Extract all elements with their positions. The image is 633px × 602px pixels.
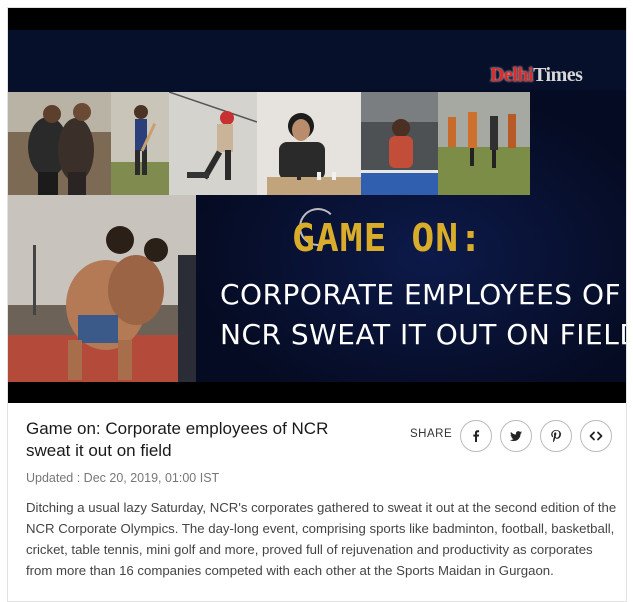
twitter-icon (510, 431, 522, 441)
logo-delhi: Delhi (490, 64, 534, 86)
facebook-icon (473, 430, 480, 442)
photo-wrestlers-top (8, 92, 111, 195)
article-title: Game on: Corporate employees of NCR swea… (26, 419, 329, 460)
photo-table-tennis (361, 92, 438, 195)
video-headline-line1: GAME ON: (292, 216, 484, 260)
facebook-share-button[interactable] (460, 420, 492, 452)
share-label: SHARE (410, 428, 453, 440)
code-icon (589, 431, 603, 441)
pinterest-share-button[interactable] (540, 420, 572, 452)
photo-cricket (111, 92, 169, 195)
video-headline-line2: CORPORATE EMPLOYEES OF (220, 278, 622, 311)
embed-share-button[interactable] (580, 420, 612, 452)
video-headline-line3: NCR SWEAT IT OUT ON FIELD (220, 318, 626, 351)
photo-chess (257, 92, 361, 195)
article-body: Ditching a usual lazy Saturday, NCR's co… (26, 500, 617, 578)
pinterest-icon (551, 430, 561, 443)
logo-times: Times (533, 64, 583, 86)
video-frame[interactable]: DelhiTimes GAME ON: CORPORATE EMPLOYEES … (8, 30, 626, 382)
video-player[interactable]: DelhiTimes GAME ON: CORPORATE EMPLOYEES … (8, 8, 626, 403)
photo-football (438, 92, 530, 195)
twitter-share-button[interactable] (500, 420, 532, 452)
article-card: DelhiTimes GAME ON: CORPORATE EMPLOYEES … (7, 7, 627, 602)
delhi-times-logo: DelhiTimes (490, 64, 583, 87)
photo-climbing (169, 92, 257, 195)
updated-timestamp: Updated : Dec 20, 2019, 01:00 IST (26, 471, 220, 485)
